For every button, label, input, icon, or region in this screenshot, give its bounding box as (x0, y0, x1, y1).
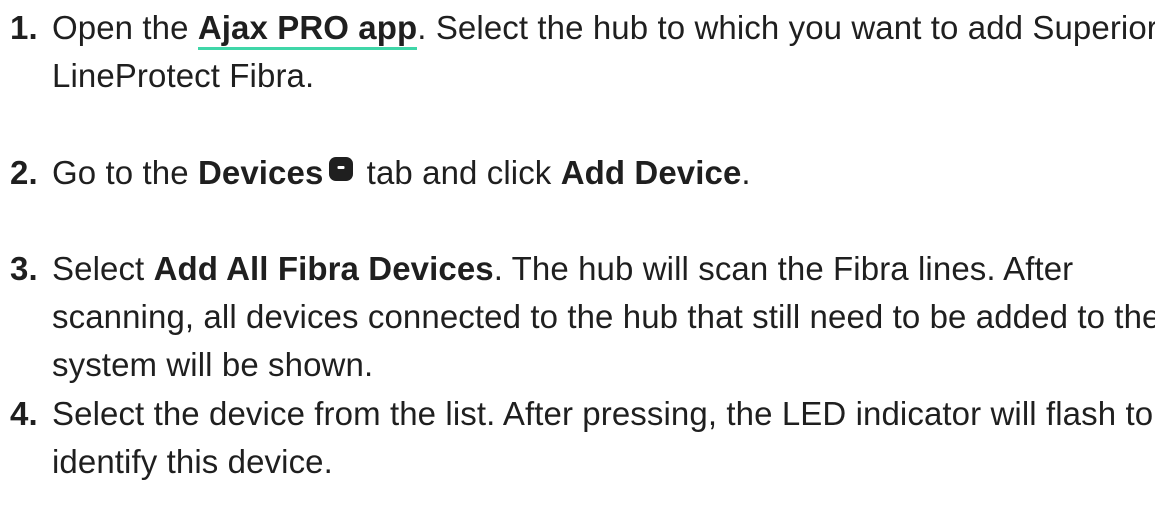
add-device-label: Add Device (560, 154, 742, 191)
step-text: Select the device from the list. After p… (52, 395, 1154, 480)
step-text: Select (52, 250, 154, 287)
step-number: 2. (10, 154, 38, 191)
step-number: 3. (10, 250, 38, 287)
step-text: Open the (52, 9, 198, 46)
step-text: Go to the (52, 154, 198, 191)
devices-tab-icon (329, 157, 354, 181)
step-4: 4. Select the device from the list. After… (10, 390, 1155, 486)
step-1: 1. Open the Ajax PRO app. Select the hub … (10, 4, 1155, 100)
step-number: 1. (10, 9, 38, 46)
devices-label: Devices (197, 154, 324, 191)
ajax-pro-app-link[interactable]: Ajax PRO app (197, 9, 418, 50)
add-all-fibra-devices-label: Add All Fibra Devices (153, 250, 494, 287)
step-2: 2. Go to the Devices tab and click Add De… (10, 149, 1155, 197)
step-3: 3. Select Add All Fibra Devices. The hub … (10, 245, 1155, 389)
step-text: . (741, 154, 751, 191)
step-number: 4. (10, 395, 38, 432)
step-text: tab and click (357, 154, 561, 191)
